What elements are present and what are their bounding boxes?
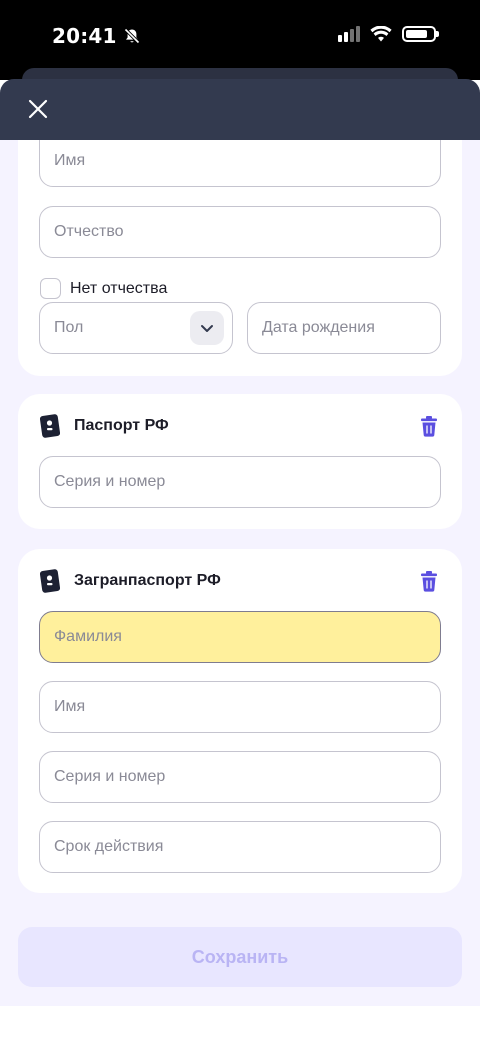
passport-rf-card: Паспорт РФ Серия и номер	[18, 394, 462, 529]
foreign-expiry-input[interactable]: Срок действия	[39, 821, 441, 873]
status-time: 20:41	[52, 24, 117, 48]
no-patronymic-label: Нет отчества	[70, 279, 168, 297]
form-content[interactable]: Имя Отчество Нет отчества Пол Дата рожде…	[0, 140, 480, 1006]
passport-rf-number-input[interactable]: Серия и номер	[39, 456, 441, 508]
status-time-group: 20:41	[52, 24, 141, 48]
passport-rf-title: Паспорт РФ	[74, 417, 169, 434]
foreign-passport-card: Загранпаспорт РФ Фамилия Имя Серия и ном…	[18, 549, 462, 893]
foreign-passport-header: Загранпаспорт РФ	[40, 569, 440, 593]
birth-date-input[interactable]: Дата рождения	[247, 302, 441, 354]
foreign-first-name-placeholder: Имя	[54, 698, 86, 715]
foreign-number-placeholder: Серия и номер	[54, 768, 166, 785]
foreign-last-name-placeholder: Фамилия	[54, 628, 122, 645]
passport-icon	[40, 414, 60, 438]
status-icons	[338, 26, 439, 42]
save-button[interactable]: Сохранить	[18, 927, 462, 987]
foreign-expiry-placeholder: Срок действия	[54, 838, 164, 855]
gender-select[interactable]: Пол	[39, 302, 233, 354]
foreign-passport-icon	[40, 569, 60, 593]
foreign-passport-title: Загранпаспорт РФ	[74, 572, 221, 589]
chevron-down-icon	[201, 324, 213, 332]
foreign-number-input[interactable]: Серия и номер	[39, 751, 441, 803]
sheet-header	[0, 79, 480, 140]
close-icon	[28, 99, 48, 119]
patronymic-placeholder: Отчество	[54, 223, 124, 240]
battery-icon	[402, 26, 439, 42]
gender-dropdown-button[interactable]	[190, 311, 224, 345]
wifi-icon	[370, 26, 392, 42]
foreign-first-name-input[interactable]: Имя	[39, 681, 441, 733]
foreign-last-name-input[interactable]: Фамилия	[39, 611, 441, 663]
birth-date-placeholder: Дата рождения	[262, 319, 375, 336]
close-button[interactable]	[22, 93, 54, 125]
cellular-signal-icon	[338, 26, 360, 42]
no-patronymic-row[interactable]: Нет отчества	[40, 278, 167, 299]
passport-rf-number-placeholder: Серия и номер	[54, 473, 166, 490]
patronymic-input[interactable]: Отчество	[39, 206, 441, 258]
delete-passport-rf-trash-icon[interactable]	[418, 415, 440, 437]
delete-foreign-passport-trash-icon[interactable]	[418, 570, 440, 592]
bell-muted-icon	[123, 28, 140, 44]
first-name-input[interactable]: Имя	[39, 140, 441, 187]
gender-placeholder: Пол	[54, 319, 84, 336]
first-name-placeholder: Имя	[54, 152, 86, 169]
personal-data-card: Имя Отчество Нет отчества Пол Дата рожде…	[18, 140, 462, 376]
passport-rf-header: Паспорт РФ	[40, 414, 440, 438]
no-patronymic-checkbox[interactable]	[40, 278, 61, 299]
